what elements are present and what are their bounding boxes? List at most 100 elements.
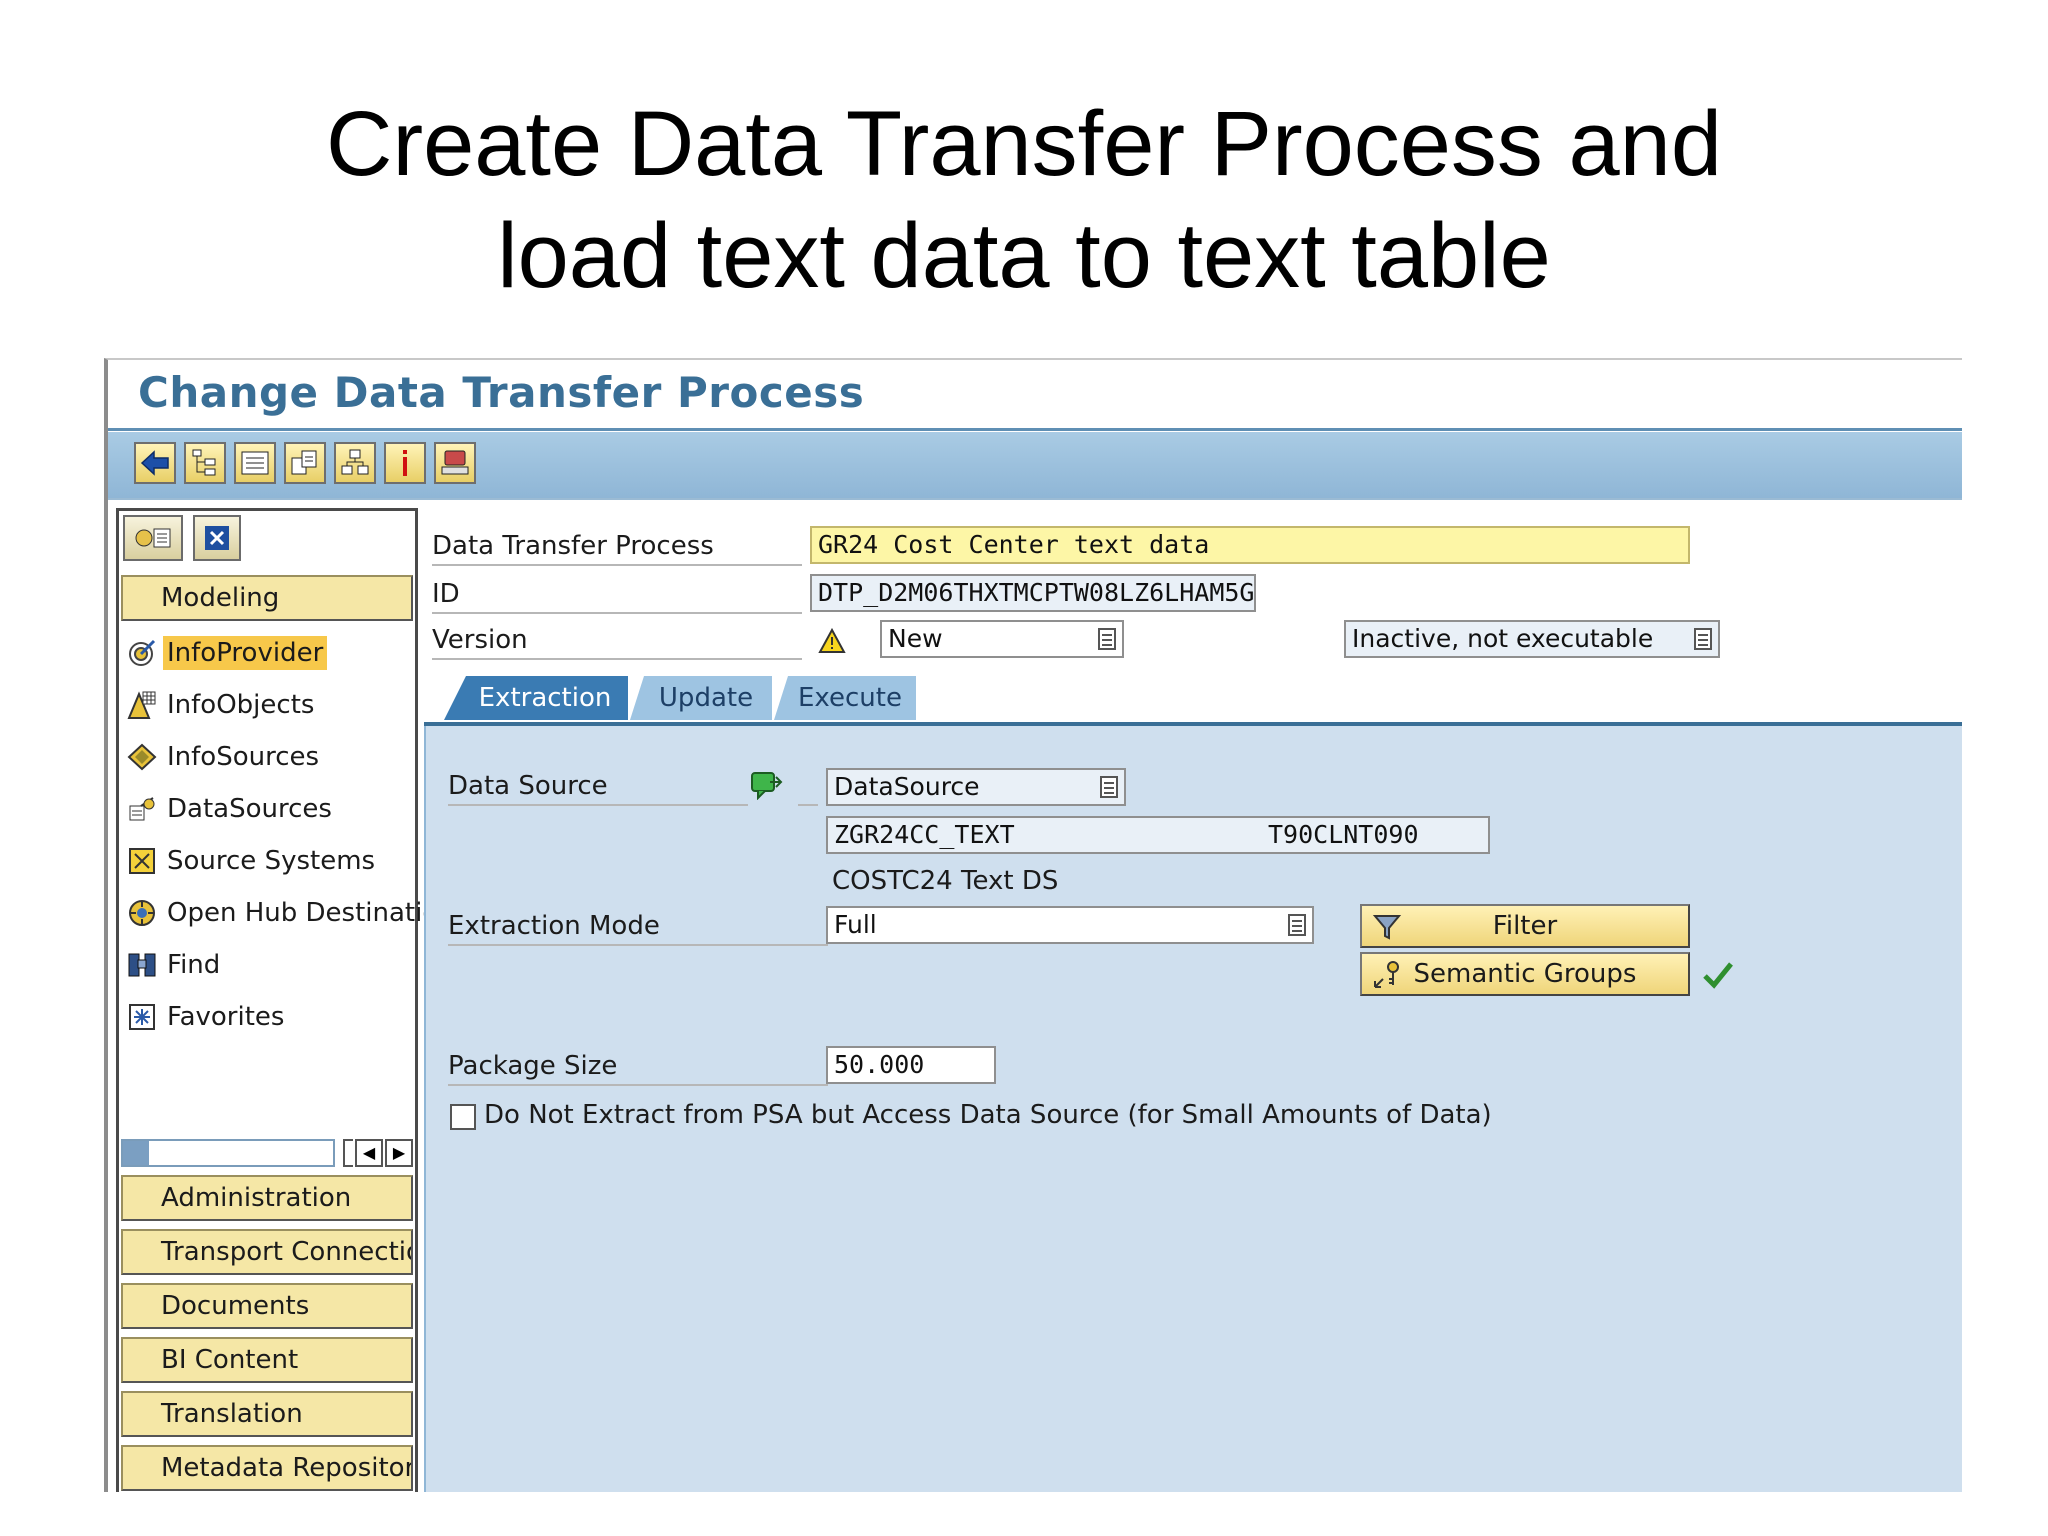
data-source-navigate-button[interactable] (750, 770, 784, 801)
nav-close-button[interactable] (193, 515, 241, 561)
nav-horizontal-scrollbar[interactable]: ◀ ▶ (121, 1139, 413, 1169)
scrollbar-grip (343, 1139, 353, 1167)
dtp-editor: Data Transfer Process GR24 Cost Center t… (424, 508, 1962, 1492)
sidebar-item-find[interactable]: Find (125, 945, 224, 985)
datasource-name-field[interactable]: ZGR24CC_TEXT T90CLNT090 (826, 816, 1490, 854)
sidebar-item-favorites[interactable]: Favorites (125, 997, 288, 1037)
extraction-mode-label: Extraction Mode (448, 908, 828, 946)
list-button[interactable] (234, 442, 276, 484)
title-divider (108, 428, 1962, 431)
display-button[interactable] (434, 442, 476, 484)
data-source-label: Data Source (448, 768, 748, 806)
datasource-description: COSTC24 Text DS (832, 866, 1059, 896)
nav-section-label: Translation (161, 1399, 303, 1429)
data-source-type-select[interactable]: DataSource (826, 768, 1126, 806)
dtp-description-field[interactable]: GR24 Cost Center text data (810, 526, 1690, 564)
target-icon (125, 636, 159, 670)
workbench-navigation: Modeling InfoProvider InfoObjects InfoSo… (116, 508, 455, 1492)
sidebar-item-label: Favorites (167, 1002, 285, 1032)
dropdown-icon[interactable] (1100, 776, 1118, 798)
version-select[interactable]: New (880, 620, 1124, 658)
nav-section-label: Transport Connection (161, 1237, 413, 1267)
dropdown-icon[interactable] (1098, 628, 1116, 650)
slide-title-line-1: Create Data Transfer Process and (326, 93, 1722, 195)
sidebar-item-label: InfoSources (167, 742, 320, 772)
package-size-label: Package Size (448, 1048, 828, 1086)
nav-settings-button[interactable] (123, 515, 183, 561)
info-button[interactable] (384, 442, 426, 484)
nav-section-metadata-repository[interactable]: Metadata Repository (121, 1445, 413, 1491)
dtp-id-field[interactable]: DTP_D2M06THXTMCPTW08LZ6LHAM5G (810, 574, 1256, 612)
infoobject-icon (125, 688, 159, 722)
data-source-type-value: DataSource (834, 772, 980, 801)
package-size-input[interactable]: 50.000 (826, 1046, 996, 1084)
dropdown-icon[interactable] (1694, 628, 1712, 650)
tab-label: Execute (798, 683, 902, 713)
nav-section-label: Administration (161, 1183, 352, 1213)
filter-button[interactable]: Filter (1360, 904, 1690, 948)
nav-section-modeling[interactable]: Modeling (121, 575, 413, 621)
sidebar-item-label: Source Systems (167, 846, 376, 876)
sidebar-item-infosources[interactable]: InfoSources (125, 737, 323, 777)
copy-object-button[interactable] (284, 442, 326, 484)
sidebar-item-source-systems[interactable]: Source Systems (125, 841, 379, 881)
status-select[interactable]: Inactive, not executable (1344, 620, 1720, 658)
data-source-separator (798, 768, 818, 806)
list-icon (241, 451, 269, 475)
dtp-label: Data Transfer Process (432, 528, 802, 566)
warning-icon (818, 627, 846, 654)
slide-title-line-2: load text data to text table (497, 205, 1551, 307)
tree-button[interactable] (334, 442, 376, 484)
semantic-groups-label: Semantic Groups (1413, 959, 1637, 989)
chevron-right-icon: ▶ (392, 1145, 406, 1162)
open-hub-icon (125, 896, 159, 930)
slide-title: Create Data Transfer Process and load te… (0, 88, 2048, 312)
nav-section-translation[interactable]: Translation (121, 1391, 413, 1437)
nav-section-label: Metadata Repository (161, 1453, 413, 1483)
semantic-groups-icon (1370, 958, 1404, 992)
scrollbar-track[interactable] (121, 1139, 335, 1167)
extraction-panel: Data Source DataSource ZGR24CC_TEXT T90C… (424, 726, 1962, 1492)
psa-checkbox-label: Do Not Extract from PSA but Access Data … (484, 1100, 1492, 1130)
semantic-groups-button[interactable]: Semantic Groups (1360, 952, 1690, 996)
source-system-icon (125, 844, 159, 878)
extraction-mode-select[interactable]: Full (826, 906, 1314, 944)
version-label: Version (432, 622, 802, 660)
tab-execute[interactable]: Execute (774, 676, 916, 720)
dropdown-icon[interactable] (1288, 914, 1306, 936)
back-button[interactable] (134, 442, 176, 484)
binoculars-icon (125, 948, 159, 982)
sidebar-item-label: Find (167, 950, 221, 980)
green-navigate-icon (751, 772, 783, 801)
tree-icon (341, 449, 369, 475)
sidebar-item-infoprovider[interactable]: InfoProvider (125, 633, 328, 673)
sidebar-item-label: Open Hub Destination (167, 898, 455, 928)
sidebar-item-infoobjects[interactable]: InfoObjects (125, 685, 318, 725)
sidebar-item-datasources[interactable]: DataSources (125, 789, 336, 829)
scrollbar-thumb[interactable] (123, 1141, 149, 1165)
tab-update[interactable]: Update (630, 676, 772, 720)
datasource-icon (125, 792, 159, 826)
sidebar-item-open-hub-destination[interactable]: Open Hub Destination (125, 893, 459, 933)
tab-extraction[interactable]: Extraction (444, 676, 628, 720)
nav-section-administration[interactable]: Administration (121, 1175, 413, 1221)
favorites-icon (125, 1000, 159, 1034)
psa-checkbox[interactable] (450, 1104, 476, 1130)
back-arrow-icon (140, 450, 169, 476)
grid-settings-icon (135, 528, 171, 548)
nav-section-bi-content[interactable]: BI Content (121, 1337, 413, 1383)
scroll-left-button[interactable]: ◀ (355, 1139, 383, 1167)
nav-section-label: BI Content (161, 1345, 299, 1375)
nav-section-label: Modeling (161, 583, 280, 613)
nav-section-documents[interactable]: Documents (121, 1283, 413, 1329)
sidebar-item-label: InfoObjects (167, 690, 315, 720)
sidebar-item-label: DataSources (167, 794, 332, 824)
hierarchy-button[interactable] (184, 442, 226, 484)
nav-section-label: Documents (161, 1291, 310, 1321)
extraction-mode-value: Full (834, 910, 877, 939)
tab-label: Update (658, 683, 754, 713)
window-title: Change Data Transfer Process (138, 368, 865, 417)
scroll-right-button[interactable]: ▶ (385, 1139, 413, 1167)
id-label: ID (432, 576, 802, 614)
nav-section-transport-connection[interactable]: Transport Connection (121, 1229, 413, 1275)
